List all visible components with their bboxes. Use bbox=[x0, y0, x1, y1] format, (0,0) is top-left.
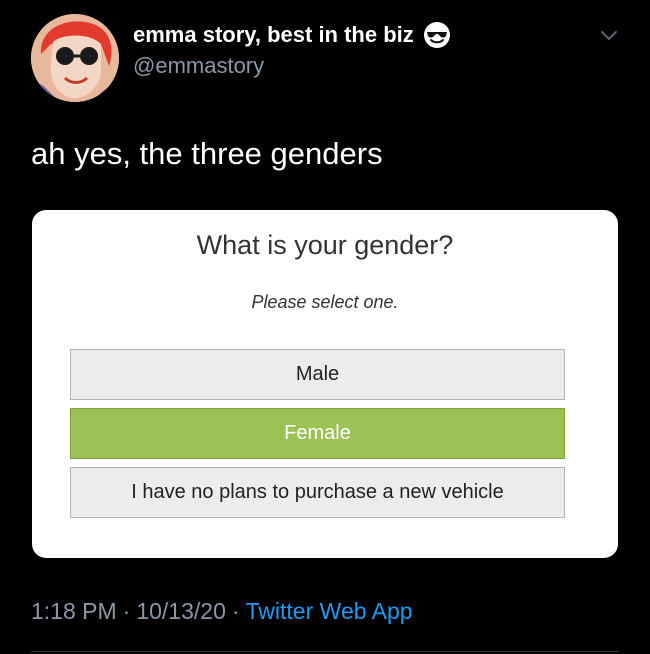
separator: · bbox=[122, 598, 131, 624]
display-name[interactable]: emma story, best in the biz bbox=[133, 21, 451, 49]
separator: · bbox=[231, 598, 240, 624]
option-female-button[interactable]: Female bbox=[70, 408, 565, 459]
chevron-down-icon[interactable] bbox=[597, 27, 621, 45]
option-male-button[interactable]: Male bbox=[70, 349, 565, 400]
option-no-vehicle-button[interactable]: I have no plans to purchase a new vehicl… bbox=[70, 467, 565, 518]
tweet-text: ah yes, the three genders bbox=[31, 136, 383, 171]
form-instruction: Please select one. bbox=[251, 292, 399, 312]
option-label: Male bbox=[295, 363, 340, 385]
divider bbox=[31, 651, 619, 652]
form-question: What is your gender? bbox=[196, 230, 454, 260]
embedded-form-image: What is your gender? Please select one. … bbox=[32, 210, 618, 558]
smiling-face-with-sunglasses-icon bbox=[423, 21, 451, 49]
source-app-link[interactable]: Twitter Web App bbox=[246, 598, 413, 624]
avatar[interactable] bbox=[31, 14, 119, 102]
option-label: Female bbox=[284, 422, 351, 444]
display-name-text: emma story, best in the biz bbox=[133, 22, 414, 47]
user-handle[interactable]: @emmastory bbox=[133, 53, 264, 79]
tweet-date[interactable]: 10/13/20 bbox=[136, 598, 226, 624]
option-label: I have no plans to purchase a new vehicl… bbox=[131, 481, 504, 503]
tweet-metadata: 1:18 PM · 10/13/20 · Twitter Web App bbox=[31, 598, 413, 625]
tweet-time[interactable]: 1:18 PM bbox=[31, 598, 117, 624]
